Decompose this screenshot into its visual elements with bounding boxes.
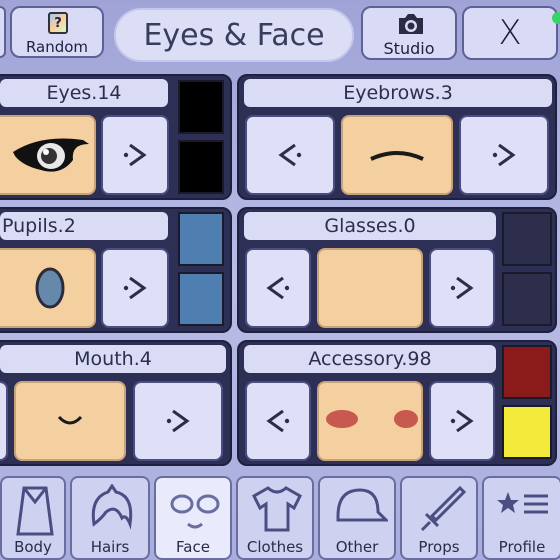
nav-face-label: Face bbox=[176, 538, 210, 556]
glasses-prev-button[interactable] bbox=[245, 248, 311, 328]
nav-profile[interactable]: Profile bbox=[482, 476, 560, 560]
mouth-next-button[interactable] bbox=[133, 381, 223, 461]
accessory-preview bbox=[317, 381, 423, 461]
chevron-right-icon bbox=[166, 409, 190, 433]
eyebrows-prev-button[interactable] bbox=[245, 115, 335, 195]
pupils-label: Pupils.2 bbox=[0, 212, 168, 240]
chevron-left-icon bbox=[266, 276, 290, 300]
nav-props[interactable]: Props bbox=[400, 476, 478, 560]
accessory-color-1[interactable] bbox=[502, 345, 552, 399]
glasses-color-2[interactable] bbox=[502, 272, 552, 326]
eyebrows-preview bbox=[341, 115, 453, 195]
nav-hairs[interactable]: Hairs bbox=[70, 476, 150, 560]
pupils-color-2[interactable] bbox=[178, 272, 224, 326]
nav-hairs-label: Hairs bbox=[90, 538, 130, 556]
nav-clothes-label: Clothes bbox=[246, 538, 304, 556]
chevron-right-icon bbox=[450, 409, 474, 433]
eyes-next-button[interactable] bbox=[101, 115, 169, 195]
glasses-next-button[interactable] bbox=[429, 248, 495, 328]
accessory-next-button[interactable] bbox=[429, 381, 495, 461]
nav-body-label: Body bbox=[14, 538, 52, 556]
mouth-prev-button[interactable] bbox=[0, 381, 8, 461]
chevron-right-icon bbox=[492, 143, 516, 167]
studio-label: Studio bbox=[383, 39, 435, 58]
hair-icon bbox=[91, 484, 133, 530]
accessory-prev-button[interactable] bbox=[245, 381, 311, 461]
nav-body[interactable]: Body bbox=[0, 476, 66, 560]
eyes-preview bbox=[0, 115, 96, 195]
pupils-preview bbox=[0, 248, 96, 328]
shirt-icon bbox=[252, 486, 302, 532]
eye-shape bbox=[13, 138, 89, 172]
studio-button[interactable]: Studio bbox=[361, 6, 457, 60]
profile-icon bbox=[497, 492, 548, 514]
chevron-right-icon bbox=[450, 276, 474, 300]
chevron-left-icon bbox=[266, 409, 290, 433]
nav-clothes[interactable]: Clothes bbox=[236, 476, 314, 560]
random-label: Random bbox=[25, 38, 89, 56]
status-dot bbox=[552, 12, 560, 24]
random-button[interactable]: ? Random bbox=[10, 6, 104, 58]
blush-shape bbox=[326, 410, 418, 428]
eyebrows-label: Eyebrows.3 bbox=[244, 79, 552, 107]
chevron-right-icon bbox=[123, 143, 147, 167]
eyes-color-1[interactable] bbox=[178, 80, 224, 134]
face-icon bbox=[170, 494, 220, 529]
accessory-color-2[interactable] bbox=[502, 405, 552, 459]
nav-other-label: Other bbox=[335, 538, 379, 556]
random-dice-icon: ? bbox=[48, 12, 68, 34]
glasses-preview bbox=[317, 248, 423, 328]
left-edge-button[interactable] bbox=[0, 6, 6, 58]
nav-other[interactable]: Other bbox=[318, 476, 396, 560]
nav-face[interactable]: Face bbox=[154, 476, 232, 560]
close-button[interactable]: X bbox=[462, 6, 558, 60]
pupils-color-1[interactable] bbox=[178, 212, 224, 266]
close-icon: X bbox=[498, 13, 522, 53]
mouth-shape bbox=[57, 415, 83, 425]
nav-props-label: Props bbox=[418, 538, 460, 556]
pupil-shape bbox=[35, 267, 65, 309]
glasses-label: Glasses.0 bbox=[244, 212, 496, 240]
eyes-label: Eyes.14 bbox=[0, 79, 168, 107]
pupils-next-button[interactable] bbox=[101, 248, 169, 328]
eyebrows-next-button[interactable] bbox=[459, 115, 549, 195]
chevron-left-icon bbox=[278, 143, 302, 167]
nav-profile-label: Profile bbox=[498, 538, 546, 556]
accessory-label: Accessory.98 bbox=[244, 345, 496, 373]
sword-icon bbox=[420, 485, 467, 532]
mouth-label: Mouth.4 bbox=[0, 345, 226, 373]
eyes-color-2[interactable] bbox=[178, 140, 224, 194]
body-icon bbox=[16, 486, 54, 536]
cap-icon bbox=[336, 488, 388, 522]
camera-icon bbox=[399, 14, 423, 34]
chevron-right-icon bbox=[123, 276, 147, 300]
glasses-color-1[interactable] bbox=[502, 212, 552, 266]
page-title: Eyes & Face bbox=[114, 8, 354, 62]
eyebrow-shape bbox=[370, 151, 424, 161]
mouth-preview bbox=[14, 381, 126, 461]
